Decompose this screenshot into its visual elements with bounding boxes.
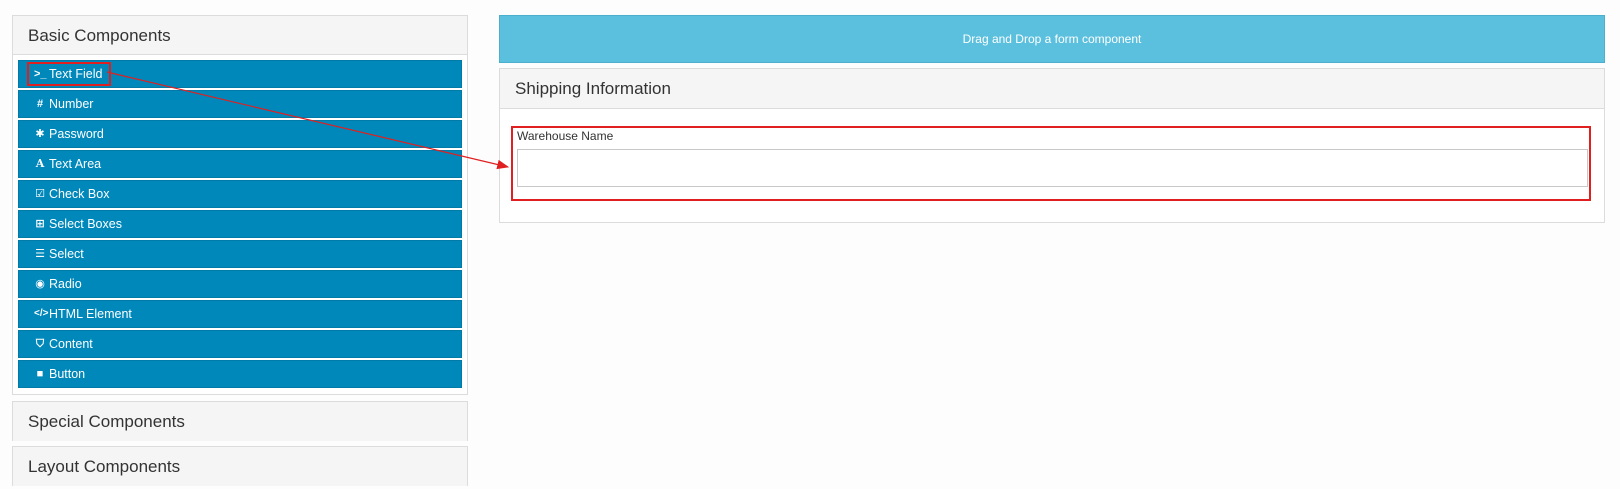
layout-components-header[interactable]: Layout Components — [13, 447, 467, 486]
form-dropzone[interactable]: Drag and Drop a form component — [499, 15, 1605, 63]
asterisk-icon: ✱ — [35, 128, 45, 140]
annotation-highlight-box — [27, 62, 111, 86]
hashtag-icon: # — [36, 98, 44, 110]
component-text-field[interactable]: >_ Text Field — [18, 60, 462, 88]
component-button[interactable]: ■ Button — [18, 360, 462, 388]
component-label: Select — [49, 247, 84, 261]
component-number[interactable]: # Number — [18, 90, 462, 118]
special-components-panel[interactable]: Special Components — [12, 401, 468, 441]
component-label: Select Boxes — [49, 217, 122, 231]
dot-circle-icon: ◉ — [35, 278, 45, 290]
component-label: Content — [49, 337, 93, 351]
warehouse-name-component[interactable]: Warehouse Name — [511, 126, 1591, 201]
component-radio[interactable]: ◉ Radio — [18, 270, 462, 298]
basic-components-header[interactable]: Basic Components — [13, 16, 467, 55]
component-text-area[interactable]: A Text Area — [18, 150, 462, 178]
component-html-element[interactable]: </> HTML Element — [18, 300, 462, 328]
panel-title[interactable]: Shipping Information — [500, 69, 1604, 109]
component-list: >_ Text Field # Number ✱ Password A Text… — [18, 60, 462, 390]
component-label: Button — [49, 367, 86, 381]
warehouse-name-label: Warehouse Name — [517, 129, 614, 143]
layout-components-panel[interactable]: Layout Components — [12, 446, 468, 486]
table-list-icon: ☰ — [35, 248, 45, 260]
html5-icon: ⛉ — [35, 338, 45, 350]
stop-icon: ■ — [36, 368, 44, 380]
shipping-information-panel: Shipping Information Warehouse Name — [499, 68, 1605, 223]
code-icon: </> — [34, 308, 49, 319]
component-label: Text Area — [49, 157, 102, 171]
component-label: Radio — [49, 277, 82, 291]
component-select[interactable]: ☰ Select — [18, 240, 462, 268]
check-square-icon: ☑ — [35, 188, 45, 200]
component-label: Password — [49, 127, 104, 141]
font-icon: A — [35, 157, 45, 170]
component-label: Number — [49, 97, 94, 111]
component-label: HTML Element — [49, 307, 132, 321]
special-components-header[interactable]: Special Components — [13, 402, 467, 441]
component-label: Check Box — [49, 187, 110, 201]
component-password[interactable]: ✱ Password — [18, 120, 462, 148]
warehouse-name-input[interactable] — [517, 149, 1588, 187]
component-check-box[interactable]: ☑ Check Box — [18, 180, 462, 208]
plus-square-icon: ⊞ — [35, 218, 45, 230]
component-content[interactable]: ⛉ Content — [18, 330, 462, 358]
basic-components-panel: Basic Components >_ Text Field # Number … — [12, 15, 468, 395]
component-select-boxes[interactable]: ⊞ Select Boxes — [18, 210, 462, 238]
dropzone-text: Drag and Drop a form component — [962, 32, 1142, 46]
